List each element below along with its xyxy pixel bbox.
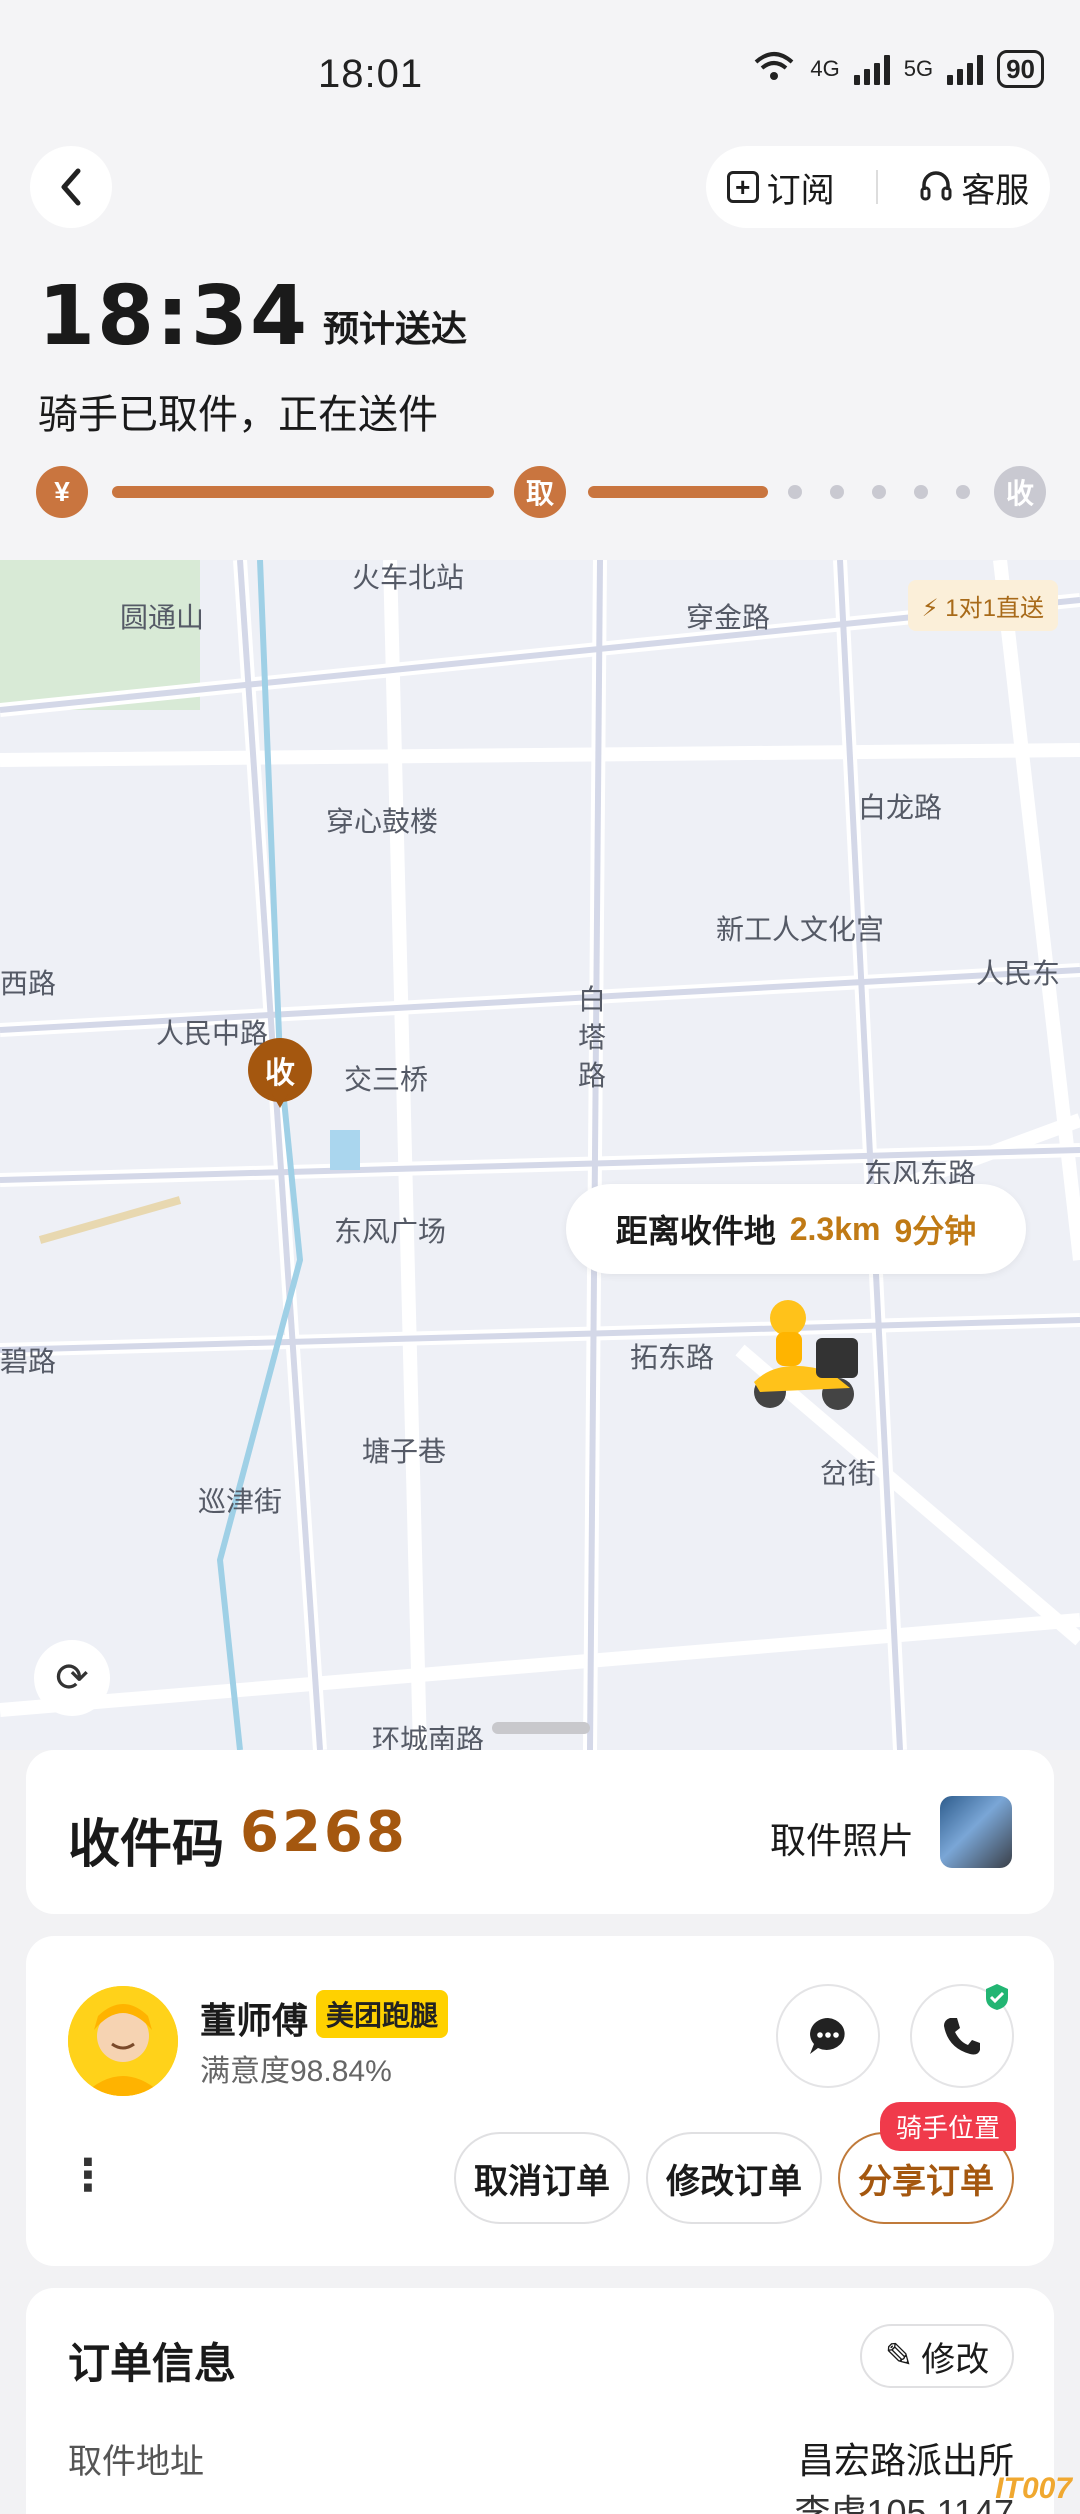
back-button[interactable] xyxy=(30,146,112,228)
eta-time: 18:34 xyxy=(38,269,310,364)
eta-label: 预计送达 xyxy=(323,308,468,349)
rider-name: 董师傅 xyxy=(200,2000,309,2041)
order-info-title: 订单信息 xyxy=(68,2340,237,2387)
map-place-label: 交三桥 xyxy=(344,1064,429,1095)
progress-bar-segment xyxy=(588,486,768,498)
direct-delivery-label: 1对1直送 xyxy=(945,595,1044,622)
pickup-address-label: 取件地址 xyxy=(68,2443,204,2481)
cancel-order-button[interactable]: 取消订单 xyxy=(454,2132,630,2224)
distance-info: 距离收件地 2.3km 9分钟 xyxy=(566,1184,1026,1274)
map-place-label: 人民东 xyxy=(976,958,1061,989)
phone-icon xyxy=(944,2018,980,2055)
delivery-status-text: 骑手已取件，正在送件 xyxy=(38,393,438,437)
progress-node-pickup: 取 xyxy=(514,466,566,518)
status-time: 18:01 xyxy=(318,52,424,96)
map-place-label: 穿心鼓楼 xyxy=(326,806,439,837)
progress-dot xyxy=(872,485,886,499)
refresh-icon: ⟳ xyxy=(55,1656,89,1700)
status-icons: 4G 5G 90 xyxy=(752,50,1044,88)
map-place-label: 新工人文化宫 xyxy=(716,914,885,945)
pickup-address-value: 昌宏路派出所 xyxy=(797,2440,1014,2481)
pickup-code-card: 收件码 6268 取件照片 xyxy=(26,1750,1054,1914)
map-place-label: 路 xyxy=(578,1060,607,1091)
headset-icon xyxy=(920,171,952,201)
call-button[interactable] xyxy=(910,1984,1014,2088)
customer-service-button[interactable]: 客服 xyxy=(919,163,1029,212)
map-place-label: 岔街 xyxy=(820,1458,877,1489)
direct-delivery-badge: ⚡ 1对1直送 xyxy=(907,580,1058,631)
rider-card: 董师傅 美团跑腿 满意度98.84% ⋮ 取消订单 修改订单 分享订单 骑手位置 xyxy=(26,1936,1054,2266)
chevron-left-icon xyxy=(61,168,81,206)
order-info-card: 订单信息 ✎ 修改 取件地址 昌宏路派出所 李虎105 1147 xyxy=(26,2288,1054,2514)
map-place-label: 碧路 xyxy=(0,1346,57,1377)
map-place-label: 人民中路 xyxy=(156,1018,269,1049)
pickup-photo-label[interactable]: 取件照片 xyxy=(770,1812,914,1864)
net-4g-label: 4G xyxy=(810,56,840,81)
progress-dot xyxy=(830,485,844,499)
map-place-label: 环城南路 xyxy=(372,1724,485,1750)
progress-bar-segment xyxy=(112,486,494,498)
map-place-label: 东风广场 xyxy=(334,1216,447,1247)
pickup-address-detail: 李虎105 1147 xyxy=(794,2492,1014,2514)
chat-bubble-icon xyxy=(810,2018,845,2054)
distance-label: 距离收件地 xyxy=(615,1213,776,1249)
progress-node-paid: ¥ xyxy=(36,466,88,518)
more-options-button[interactable]: ⋮ xyxy=(66,2154,110,2198)
eta-block: 18:34 预计送达 xyxy=(38,276,467,358)
map-place-label: 拓东路 xyxy=(630,1342,715,1373)
top-panel: 18:01 4G 5G 90 + 订阅 客服 18:34 预计送达 骑手已取件，… xyxy=(0,0,1080,560)
map-place-label: 圆通山 xyxy=(120,602,205,633)
map-place-label: 塘子巷 xyxy=(362,1436,447,1467)
map-place-label: 巡津街 xyxy=(198,1486,283,1517)
refresh-button[interactable]: ⟳ xyxy=(34,1640,110,1716)
delivery-progress: ¥ 取 收 xyxy=(36,466,1046,518)
signal-icon xyxy=(947,53,984,85)
brand-tag: 美团跑腿 xyxy=(316,1990,449,2038)
map-place-label: 西路 xyxy=(0,968,57,999)
destination-pin[interactable]: 收 xyxy=(248,1038,312,1108)
rider-position-tag[interactable]: 骑手位置 xyxy=(880,2102,1017,2151)
map-place-label: 穿金路 xyxy=(686,602,771,633)
map-place-label: 白龙路 xyxy=(858,792,943,823)
message-button[interactable] xyxy=(776,1984,880,2088)
subscribe-button[interactable]: + 订阅 xyxy=(726,163,835,212)
watermark-logo: IT007 xyxy=(995,2472,1072,2505)
distance-value: 2.3km xyxy=(789,1210,881,1247)
progress-node-deliver: 收 xyxy=(994,466,1046,518)
progress-dot xyxy=(788,485,802,499)
add-square-icon: + xyxy=(726,171,759,203)
top-actions: + 订阅 客服 xyxy=(706,146,1050,228)
service-label: 客服 xyxy=(961,171,1030,210)
progress-dot xyxy=(956,485,970,499)
wifi-icon xyxy=(752,50,796,88)
modify-order-button[interactable]: 修改订单 xyxy=(646,2132,822,2224)
edit-order-button[interactable]: ✎ 修改 xyxy=(860,2324,1014,2388)
drag-handle[interactable] xyxy=(492,1722,590,1734)
pencil-icon: ✎ xyxy=(884,2337,914,2375)
map-place-label: 白 xyxy=(578,984,607,1015)
signal-icon xyxy=(853,53,890,85)
rider-avatar[interactable] xyxy=(68,1986,178,2096)
subscribe-label: 订阅 xyxy=(766,171,835,210)
divider xyxy=(875,170,878,204)
edit-label: 修改 xyxy=(921,2340,990,2379)
pickup-code-value: 6268 xyxy=(240,1800,408,1865)
progress-dot xyxy=(914,485,928,499)
map-place-label: 火车北站 xyxy=(352,562,465,593)
verified-icon xyxy=(986,1984,1008,2010)
pickup-photo-thumbnail[interactable] xyxy=(940,1796,1012,1868)
time-value: 9分钟 xyxy=(894,1213,977,1249)
battery-indicator: 90 xyxy=(997,50,1044,88)
rider-scooter-icon xyxy=(754,1300,858,1410)
status-bar: 18:01 4G 5G 90 xyxy=(0,44,1080,104)
delivery-map[interactable]: 火车北站 圆通山 穿金路 穿心鼓楼 白龙路 新工人文化宫 西路 人民中路 人民东… xyxy=(0,560,1080,1750)
pickup-code-title: 收件码 xyxy=(68,1816,225,1874)
rider-rating: 满意度98.84% xyxy=(200,2055,392,2088)
map-place-label: 塔 xyxy=(578,1022,607,1053)
lightning-icon: ⚡ xyxy=(921,595,939,622)
net-5g-label: 5G xyxy=(903,56,934,81)
avatar-icon xyxy=(68,1986,178,2096)
